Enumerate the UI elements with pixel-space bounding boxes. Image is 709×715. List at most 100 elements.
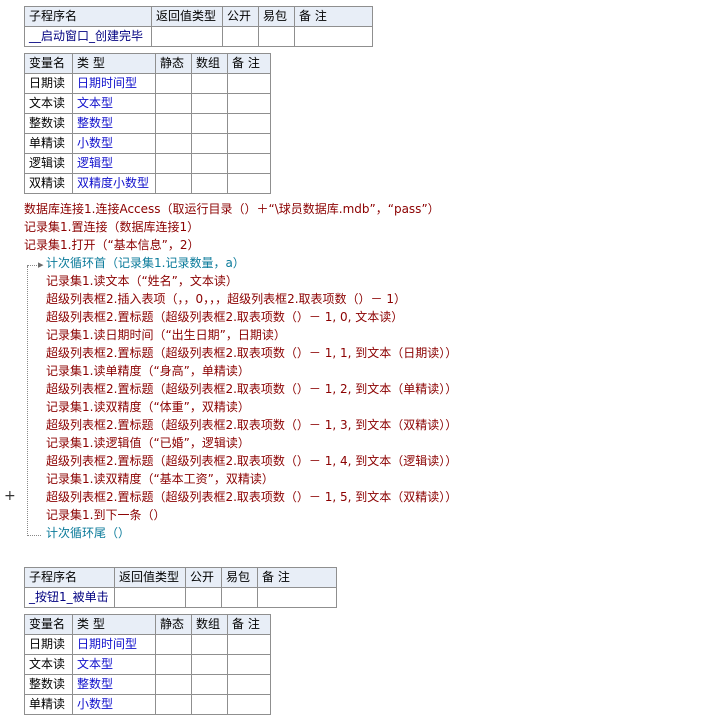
var-type[interactable]: 整数型 — [72, 674, 156, 695]
code-line[interactable]: 记录集1.置连接（数据库连接1） — [24, 218, 457, 236]
code-editor[interactable]: 数据库连接1.连接Access（取运行目录（）＋“\球员数据库.mdb”，“pa… — [24, 200, 457, 542]
code-line[interactable]: 超级列表框2.置标题（超级列表框2.取表项数（）－ 1, 2, 到文本（单精读）… — [24, 380, 457, 398]
var-note[interactable] — [227, 93, 271, 114]
var-array[interactable] — [191, 153, 228, 174]
code-line[interactable]: 超级列表框2.置标题（超级列表框2.取表项数（）－ 1, 3, 到文本（双精读）… — [24, 416, 457, 434]
var-name[interactable]: 单精读 — [24, 133, 73, 154]
table-row[interactable]: 整数读 整数型 — [24, 113, 271, 134]
var-note[interactable] — [227, 73, 271, 94]
table-row[interactable]: 逻辑读 逻辑型 — [24, 153, 271, 174]
var-name[interactable]: 单精读 — [24, 694, 73, 715]
code-line[interactable]: 记录集1.读单精度（“身高”，单精读） — [24, 362, 457, 380]
vars2-header-name: 变量名 — [24, 614, 73, 635]
code-line[interactable]: 超级列表框2.置标题（超级列表框2.取表项数（）－ 1, 1, 到文本（日期读）… — [24, 344, 457, 362]
var-note[interactable] — [227, 674, 271, 695]
var-array[interactable] — [191, 674, 228, 695]
var-static[interactable] — [155, 173, 192, 194]
sub2-name[interactable]: _按钮1_被单击 — [24, 587, 115, 608]
var-type[interactable]: 小数型 — [72, 694, 156, 715]
code-line[interactable]: 记录集1.读日期时间（“出生日期”，日期读） — [24, 326, 457, 344]
vars2-header-type: 类 型 — [72, 614, 156, 635]
sub1-header-public: 公开 — [222, 6, 259, 27]
var-name[interactable]: 整数读 — [24, 674, 73, 695]
vars2-header-array: 数组 — [191, 614, 228, 635]
code-line[interactable]: 记录集1.读双精度（“体重”，双精读） — [24, 398, 457, 416]
var-static[interactable] — [155, 694, 192, 715]
code-line[interactable]: 超级列表框2.置标题（超级列表框2.取表项数（）－ 1, 4, 到文本（逻辑读）… — [24, 452, 457, 470]
sub2-header-return: 返回值类型 — [114, 567, 186, 588]
var-static[interactable] — [155, 133, 192, 154]
var-note[interactable] — [227, 694, 271, 715]
var-type[interactable]: 小数型 — [72, 133, 156, 154]
expand-plus-icon[interactable]: + — [4, 488, 16, 504]
var-array[interactable] — [191, 173, 228, 194]
sub2-note-cell[interactable] — [257, 587, 337, 608]
table-row[interactable]: 单精读 小数型 — [24, 133, 271, 154]
var-note[interactable] — [227, 173, 271, 194]
var-type[interactable]: 整数型 — [72, 113, 156, 134]
var-name[interactable]: 日期读 — [24, 634, 73, 655]
var-array[interactable] — [191, 113, 228, 134]
vars1-header-note: 备 注 — [227, 53, 271, 74]
sub1-public-cell[interactable] — [222, 26, 259, 47]
sub2-epkg-cell[interactable] — [221, 587, 258, 608]
var-static[interactable] — [155, 113, 192, 134]
code-line[interactable]: 数据库连接1.连接Access（取运行目录（）＋“\球员数据库.mdb”，“pa… — [24, 200, 457, 218]
code-line[interactable]: 计次循环首（记录集1.记录数量，a） — [24, 254, 457, 272]
var-type[interactable]: 文本型 — [72, 654, 156, 675]
table-row[interactable]: 日期读 日期时间型 — [24, 634, 271, 655]
sub1-return-cell[interactable] — [151, 26, 223, 47]
code-line[interactable]: 超级列表框2.置标题（超级列表框2.取表项数（）－ 1, 5, 到文本（双精读）… — [24, 488, 457, 506]
var-static[interactable] — [155, 674, 192, 695]
var-name[interactable]: 日期读 — [24, 73, 73, 94]
table-row[interactable]: 日期读 日期时间型 — [24, 73, 271, 94]
var-static[interactable] — [155, 73, 192, 94]
sub1-table: 子程序名 返回值类型 公开 易包 备 注 __启动窗口_创建完毕 — [24, 6, 373, 47]
table-row[interactable]: 双精读 双精度小数型 — [24, 173, 271, 194]
table-row[interactable]: 文本读 文本型 — [24, 93, 271, 114]
sub1-note-cell[interactable] — [294, 26, 373, 47]
var-static[interactable] — [155, 654, 192, 675]
code-line[interactable]: 记录集1.打开（“基本信息”，2） — [24, 236, 457, 254]
var-name[interactable]: 逻辑读 — [24, 153, 73, 174]
code-line[interactable]: 超级列表框2.插入表项（，，0，，，超级列表框2.取表项数（）－ 1） — [24, 290, 457, 308]
var-note[interactable] — [227, 113, 271, 134]
sub2-public-cell[interactable] — [185, 587, 222, 608]
var-note[interactable] — [227, 654, 271, 675]
var-note[interactable] — [227, 153, 271, 174]
code-line[interactable]: 记录集1.读文本（“姓名”，文本读） — [24, 272, 457, 290]
table-row[interactable]: 文本读 文本型 — [24, 654, 271, 675]
code-line[interactable]: 记录集1.到下一条（） — [24, 506, 457, 524]
var-name[interactable]: 文本读 — [24, 654, 73, 675]
code-line[interactable]: 超级列表框2.置标题（超级列表框2.取表项数（）－ 1, 0, 文本读） — [24, 308, 457, 326]
var-type[interactable]: 双精度小数型 — [72, 173, 156, 194]
sub1-epkg-cell[interactable] — [258, 26, 295, 47]
var-type[interactable]: 日期时间型 — [72, 634, 156, 655]
var-type[interactable]: 日期时间型 — [72, 73, 156, 94]
code-line[interactable]: 记录集1.读逻辑值（“已婚”，逻辑读） — [24, 434, 457, 452]
table-row[interactable]: 整数读 整数型 — [24, 674, 271, 695]
code-line[interactable]: 记录集1.读双精度（“基本工资”，双精读） — [24, 470, 457, 488]
var-array[interactable] — [191, 634, 228, 655]
sub2-return-cell[interactable] — [114, 587, 186, 608]
var-array[interactable] — [191, 93, 228, 114]
var-array[interactable] — [191, 654, 228, 675]
var-static[interactable] — [155, 634, 192, 655]
var-static[interactable] — [155, 93, 192, 114]
var-note[interactable] — [227, 133, 271, 154]
vars2-header-note: 备 注 — [227, 614, 271, 635]
var-type[interactable]: 逻辑型 — [72, 153, 156, 174]
var-static[interactable] — [155, 153, 192, 174]
var-note[interactable] — [227, 634, 271, 655]
vars1-header-static: 静态 — [155, 53, 192, 74]
code-line[interactable]: 计次循环尾（） — [24, 524, 457, 542]
var-name[interactable]: 文本读 — [24, 93, 73, 114]
var-array[interactable] — [191, 133, 228, 154]
var-array[interactable] — [191, 73, 228, 94]
var-name[interactable]: 整数读 — [24, 113, 73, 134]
table-row[interactable]: 单精读 小数型 — [24, 694, 271, 715]
sub1-name[interactable]: __启动窗口_创建完毕 — [24, 26, 152, 47]
var-array[interactable] — [191, 694, 228, 715]
var-type[interactable]: 文本型 — [72, 93, 156, 114]
var-name[interactable]: 双精读 — [24, 173, 73, 194]
